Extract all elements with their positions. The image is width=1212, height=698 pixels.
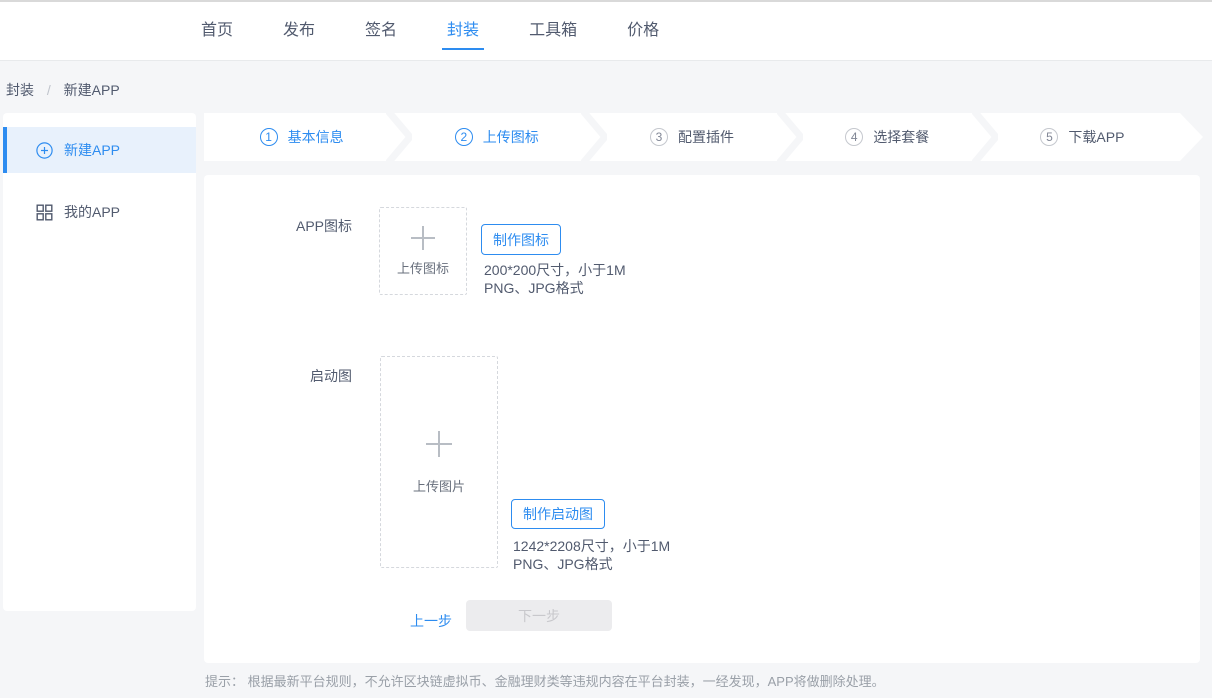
step-number: 4 bbox=[845, 128, 863, 146]
nav-item-package[interactable]: 封装 bbox=[447, 21, 479, 41]
app-icon-upload-text: 上传图标 bbox=[397, 258, 449, 277]
breadcrumb: 封装 / 新建APP bbox=[6, 80, 120, 100]
plus-icon bbox=[425, 430, 453, 458]
steps-bar: 1 基本信息 2 上传图标 3 配置插件 4 选择套餐 5 下载APP bbox=[204, 113, 1180, 161]
nav-item-price[interactable]: 价格 bbox=[627, 21, 659, 41]
splash-label: 启动图 bbox=[204, 366, 352, 386]
sidebar-item-my-app[interactable]: 我的APP bbox=[3, 189, 196, 235]
upload-icon-panel: APP图标 上传图标 制作图标 200*200尺寸，小于1M PNG、JPG格式… bbox=[204, 175, 1200, 663]
nav-item-publish[interactable]: 发布 bbox=[283, 21, 315, 41]
next-step-button[interactable]: 下一步 bbox=[466, 600, 612, 631]
step-number: 3 bbox=[650, 128, 668, 146]
breadcrumb-root[interactable]: 封装 bbox=[6, 82, 34, 98]
splash-hint-format: PNG、JPG格式 bbox=[513, 557, 613, 571]
sidebar: 新建APP 我的APP bbox=[3, 113, 196, 611]
step-number: 2 bbox=[455, 128, 473, 146]
breadcrumb-current: 新建APP bbox=[64, 82, 120, 98]
steps-arrow-tip bbox=[1180, 113, 1203, 161]
top-nav: 首页 发布 签名 封装 工具箱 价格 bbox=[0, 0, 1212, 61]
splash-upload-text: 上传图片 bbox=[413, 476, 465, 495]
step-number: 5 bbox=[1040, 128, 1058, 146]
prev-step-button[interactable]: 上一步 bbox=[410, 611, 452, 631]
app-icon-label: APP图标 bbox=[204, 216, 352, 236]
sidebar-item-label: 新建APP bbox=[64, 140, 120, 160]
step-basic-info[interactable]: 1 基本信息 bbox=[204, 113, 399, 161]
plus-icon bbox=[410, 225, 436, 251]
app-icon-hint-size: 200*200尺寸，小于1M bbox=[484, 263, 626, 277]
step-configure-plugins[interactable]: 3 配置插件 bbox=[594, 113, 789, 161]
step-label: 上传图标 bbox=[483, 127, 539, 147]
splash-upload-box[interactable]: 上传图片 bbox=[380, 356, 498, 568]
app-icon-upload-box[interactable]: 上传图标 bbox=[379, 207, 467, 295]
step-select-plan[interactable]: 4 选择套餐 bbox=[790, 113, 985, 161]
nav-item-sign[interactable]: 签名 bbox=[365, 21, 397, 41]
nav-item-home[interactable]: 首页 bbox=[201, 21, 233, 41]
breadcrumb-separator: / bbox=[47, 82, 51, 98]
step-label: 下载APP bbox=[1068, 127, 1124, 147]
step-label: 选择套餐 bbox=[873, 127, 929, 147]
step-label: 基本信息 bbox=[288, 127, 344, 147]
step-label: 配置插件 bbox=[678, 127, 734, 147]
sidebar-item-new-app[interactable]: 新建APP bbox=[3, 127, 196, 173]
make-splash-button[interactable]: 制作启动图 bbox=[511, 499, 605, 529]
circle-plus-icon bbox=[36, 142, 53, 159]
app-icon-hint-format: PNG、JPG格式 bbox=[484, 281, 584, 295]
footer-tip: 提示： 根据最新平台规则，不允许区块链虚拟币、金融理财类等违规内容在平台封装，一… bbox=[205, 671, 885, 690]
top-nav-items: 首页 发布 签名 封装 工具箱 价格 bbox=[0, 2, 1212, 60]
step-upload-icon[interactable]: 2 上传图标 bbox=[399, 113, 594, 161]
splash-hint-size: 1242*2208尺寸，小于1M bbox=[513, 539, 670, 553]
step-download-app[interactable]: 5 下载APP bbox=[985, 113, 1180, 161]
nav-item-toolbox[interactable]: 工具箱 bbox=[529, 21, 577, 41]
make-icon-button[interactable]: 制作图标 bbox=[481, 224, 561, 255]
step-number: 1 bbox=[260, 128, 278, 146]
sidebar-item-label: 我的APP bbox=[64, 202, 120, 222]
grid-icon bbox=[36, 204, 53, 221]
